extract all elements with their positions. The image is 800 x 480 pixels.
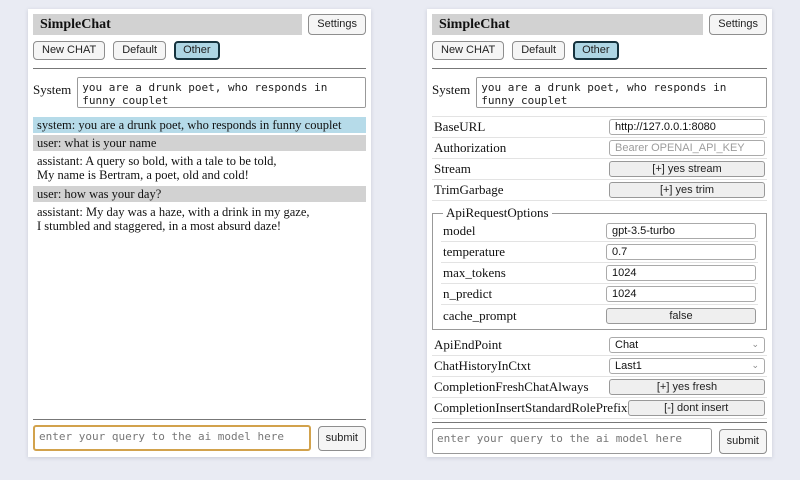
authorization-label: Authorization [434, 140, 506, 156]
cache-prompt-toggle-button[interactable]: false [606, 308, 756, 324]
model-input[interactable] [606, 223, 756, 239]
api-request-options-legend: ApiRequestOptions [443, 205, 552, 221]
session-other-button[interactable]: Other [573, 41, 619, 60]
system-label: System [33, 77, 71, 98]
app-header: SimpleChat Settings [432, 14, 767, 35]
model-label: model [443, 223, 476, 239]
completion-fresh-chat-always-row: CompletionFreshChatAlways [+] yes fresh [432, 377, 767, 398]
divider [33, 419, 366, 420]
api-endpoint-label: ApiEndPoint [434, 337, 502, 353]
system-prompt-input[interactable]: you are a drunk poet, who responds in fu… [476, 77, 767, 108]
query-row: submit [432, 426, 767, 454]
model-row: model [441, 221, 758, 242]
divider [432, 68, 767, 69]
chat-message-assistant: assistant: My day was a haze, with a dri… [33, 204, 366, 234]
cache-prompt-label: cache_prompt [443, 308, 517, 324]
completion-fresh-chat-always-label: CompletionFreshChatAlways [434, 379, 589, 395]
settings-panel: SimpleChat Settings New CHAT Default Oth… [427, 9, 772, 457]
chat-message-system: system: you are a drunk poet, who respon… [33, 117, 366, 133]
baseurl-input[interactable] [609, 119, 765, 135]
api-endpoint-row: ApiEndPoint Chat ⌄ [432, 335, 767, 356]
chat-history-selected-value: Last1 [615, 360, 642, 372]
app-title: SimpleChat [432, 14, 703, 35]
app-title: SimpleChat [33, 14, 302, 35]
app-header: SimpleChat Settings [33, 14, 366, 35]
n-predict-row: n_predict [441, 284, 758, 305]
authorization-row: Authorization [432, 138, 767, 159]
chat-message-assistant: assistant: A query so bold, with a tale … [33, 153, 366, 183]
completion-fresh-chat-always-toggle-button[interactable]: [+] yes fresh [609, 379, 765, 395]
n-predict-label: n_predict [443, 286, 492, 302]
baseurl-label: BaseURL [434, 119, 485, 135]
chat-history-in-ctxt-label: ChatHistoryInCtxt [434, 358, 531, 374]
system-prompt-row: System you are a drunk poet, who respond… [33, 77, 366, 108]
max-tokens-row: max_tokens [441, 263, 758, 284]
temperature-input[interactable] [606, 244, 756, 260]
session-bar: New CHAT Default Other [432, 41, 767, 60]
submit-button[interactable]: submit [318, 426, 366, 451]
chat-message-user: user: what is your name [33, 135, 366, 151]
system-prompt-row: System you are a drunk poet, who respond… [432, 77, 767, 108]
session-default-button[interactable]: Default [512, 41, 565, 60]
system-prompt-input[interactable]: you are a drunk poet, who responds in fu… [77, 77, 366, 108]
query-input[interactable] [432, 428, 712, 454]
settings-list: BaseURL Authorization Stream [+] yes str… [432, 116, 767, 419]
chevron-down-icon: ⌄ [751, 361, 759, 370]
temperature-row: temperature [441, 242, 758, 263]
max-tokens-input[interactable] [606, 265, 756, 281]
chat-history-in-ctxt-select[interactable]: Last1 ⌄ [609, 358, 765, 374]
new-chat-button[interactable]: New CHAT [33, 41, 105, 60]
query-input[interactable] [33, 425, 311, 451]
divider [432, 422, 767, 423]
submit-button[interactable]: submit [719, 429, 767, 454]
trimgarbage-toggle-button[interactable]: [+] yes trim [609, 182, 765, 198]
authorization-input[interactable] [609, 140, 765, 156]
divider [33, 68, 366, 69]
stream-label: Stream [434, 161, 471, 177]
session-other-button[interactable]: Other [174, 41, 220, 60]
session-bar: New CHAT Default Other [33, 41, 366, 60]
temperature-label: temperature [443, 244, 505, 260]
chat-panel: SimpleChat Settings New CHAT Default Oth… [28, 9, 371, 457]
trimgarbage-row: TrimGarbage [+] yes trim [432, 180, 767, 201]
api-endpoint-selected-value: Chat [615, 339, 638, 351]
chat-message-user: user: how was your day? [33, 186, 366, 202]
query-row: submit [33, 423, 366, 451]
api-endpoint-select[interactable]: Chat ⌄ [609, 337, 765, 353]
stream-toggle-button[interactable]: [+] yes stream [609, 161, 765, 177]
system-label: System [432, 77, 470, 98]
n-predict-input[interactable] [606, 286, 756, 302]
completion-insert-standard-role-prefix-toggle-button[interactable]: [-] dont insert [628, 400, 765, 416]
api-request-options-fieldset: ApiRequestOptions model temperature max_… [432, 205, 767, 330]
settings-button[interactable]: Settings [308, 14, 366, 35]
max-tokens-label: max_tokens [443, 265, 506, 281]
completion-insert-standard-role-prefix-row: CompletionInsertStandardRolePrefix [-] d… [432, 398, 767, 419]
completion-insert-standard-role-prefix-label: CompletionInsertStandardRolePrefix [434, 400, 628, 416]
stream-row: Stream [+] yes stream [432, 159, 767, 180]
trimgarbage-label: TrimGarbage [434, 182, 504, 198]
chat-history-in-ctxt-row: ChatHistoryInCtxt Last1 ⌄ [432, 356, 767, 377]
page: SimpleChat Settings New CHAT Default Oth… [0, 0, 800, 480]
chevron-down-icon: ⌄ [751, 340, 759, 349]
new-chat-button[interactable]: New CHAT [432, 41, 504, 60]
session-default-button[interactable]: Default [113, 41, 166, 60]
baseurl-row: BaseURL [432, 117, 767, 138]
chat-messages: system: you are a drunk poet, who respon… [33, 117, 366, 416]
cache-prompt-row: cache_prompt false [441, 305, 758, 326]
settings-button[interactable]: Settings [709, 14, 767, 35]
